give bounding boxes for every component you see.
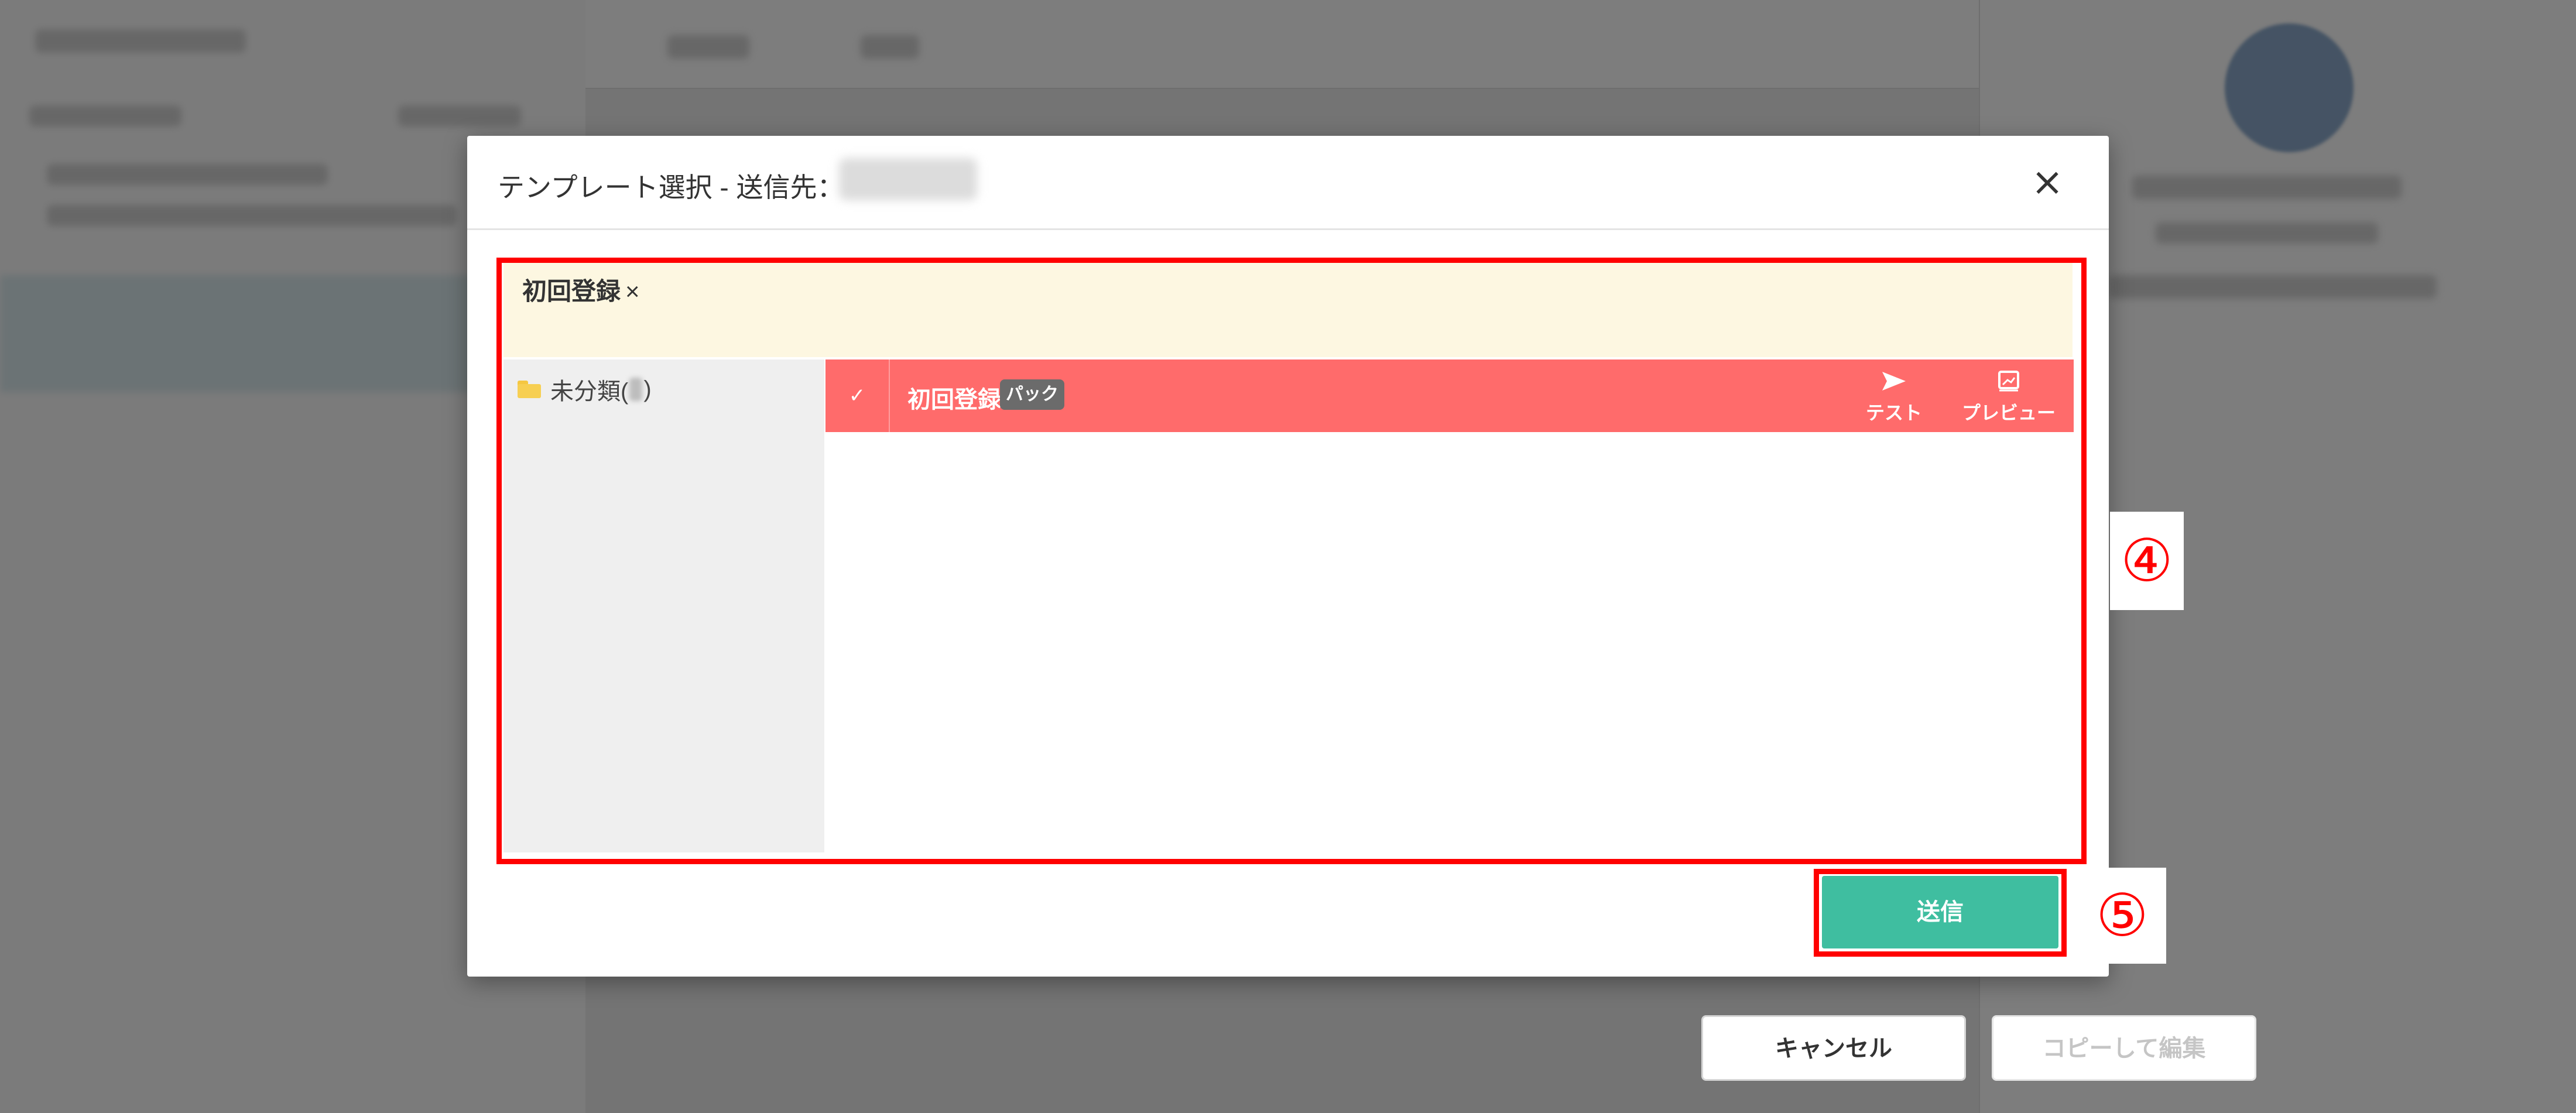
annotation-step4-label: ④	[2110, 512, 2184, 610]
close-button[interactable]: ×	[2027, 162, 2068, 203]
cancel-button[interactable]: キャンセル	[1701, 1015, 1966, 1081]
modal-title: テンプレート選択 - 送信先：	[498, 172, 844, 203]
recipient-name-blurred	[839, 158, 977, 200]
modal-header: テンプレート選択 - 送信先： ×	[467, 136, 2109, 230]
annotation-frame-step4	[496, 258, 2087, 864]
copy-and-edit-button[interactable]: コピーして編集	[1992, 1015, 2256, 1081]
annotation-frame-step5	[1814, 869, 2067, 957]
annotation-step5-label: ⑤	[2078, 868, 2166, 964]
